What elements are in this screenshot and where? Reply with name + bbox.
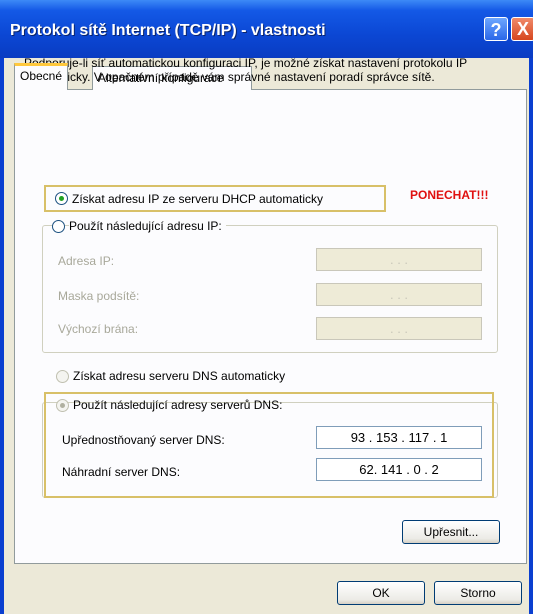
ok-button[interactable]: OK <box>337 581 425 605</box>
tab-general[interactable]: Obecné <box>14 63 69 90</box>
subnet-mask-field: . . . <box>316 283 482 306</box>
close-button[interactable]: X <box>511 17 533 41</box>
preferred-dns-field[interactable]: 93 . 153 . 117 . 1 <box>316 426 482 449</box>
annotation-keep: PONECHAT!!! <box>410 188 489 202</box>
advanced-button[interactable]: Upřesnit... <box>402 520 500 544</box>
radio-ip-manual-label[interactable]: Použít následující adresu IP: <box>69 219 226 233</box>
radio-ip-auto[interactable] <box>55 192 68 205</box>
ip-address-field: . . . <box>316 248 482 271</box>
default-gateway-label: Výchozí brána: <box>58 322 139 336</box>
radio-ip-manual[interactable] <box>52 220 65 233</box>
radio-ip-auto-label[interactable]: Získat adresu IP ze serveru DHCP automat… <box>72 192 323 206</box>
radio-dns-manual[interactable] <box>56 399 69 412</box>
alternate-dns-field[interactable]: 62. 141 . 0 . 2 <box>316 458 482 481</box>
subnet-mask-label: Maska podsítě: <box>58 289 140 303</box>
ip-address-label: Adresa IP: <box>58 254 115 268</box>
intro-text: Podporuje-li síť automatickou konfigurac… <box>24 56 467 84</box>
help-button[interactable]: ? <box>484 17 508 41</box>
radio-dns-auto[interactable] <box>56 370 69 383</box>
default-gateway-field: . . . <box>316 317 482 340</box>
alternate-dns-label: Náhradní server DNS: <box>62 465 181 479</box>
title-bar[interactable]: Protokol sítě Internet (TCP/IP) - vlastn… <box>0 0 533 58</box>
radio-dns-manual-label[interactable]: Použít následující adresy serverů DNS: <box>73 398 282 412</box>
preferred-dns-label: Upřednostňovaný server DNS: <box>62 433 225 447</box>
radio-dns-auto-label[interactable]: Získat adresu serveru DNS automaticky <box>73 369 285 383</box>
window-title: Protokol sítě Internet (TCP/IP) - vlastn… <box>10 22 326 39</box>
dialog-window: Protokol sítě Internet (TCP/IP) - vlastn… <box>0 0 533 614</box>
cancel-button[interactable]: Storno <box>434 581 522 605</box>
